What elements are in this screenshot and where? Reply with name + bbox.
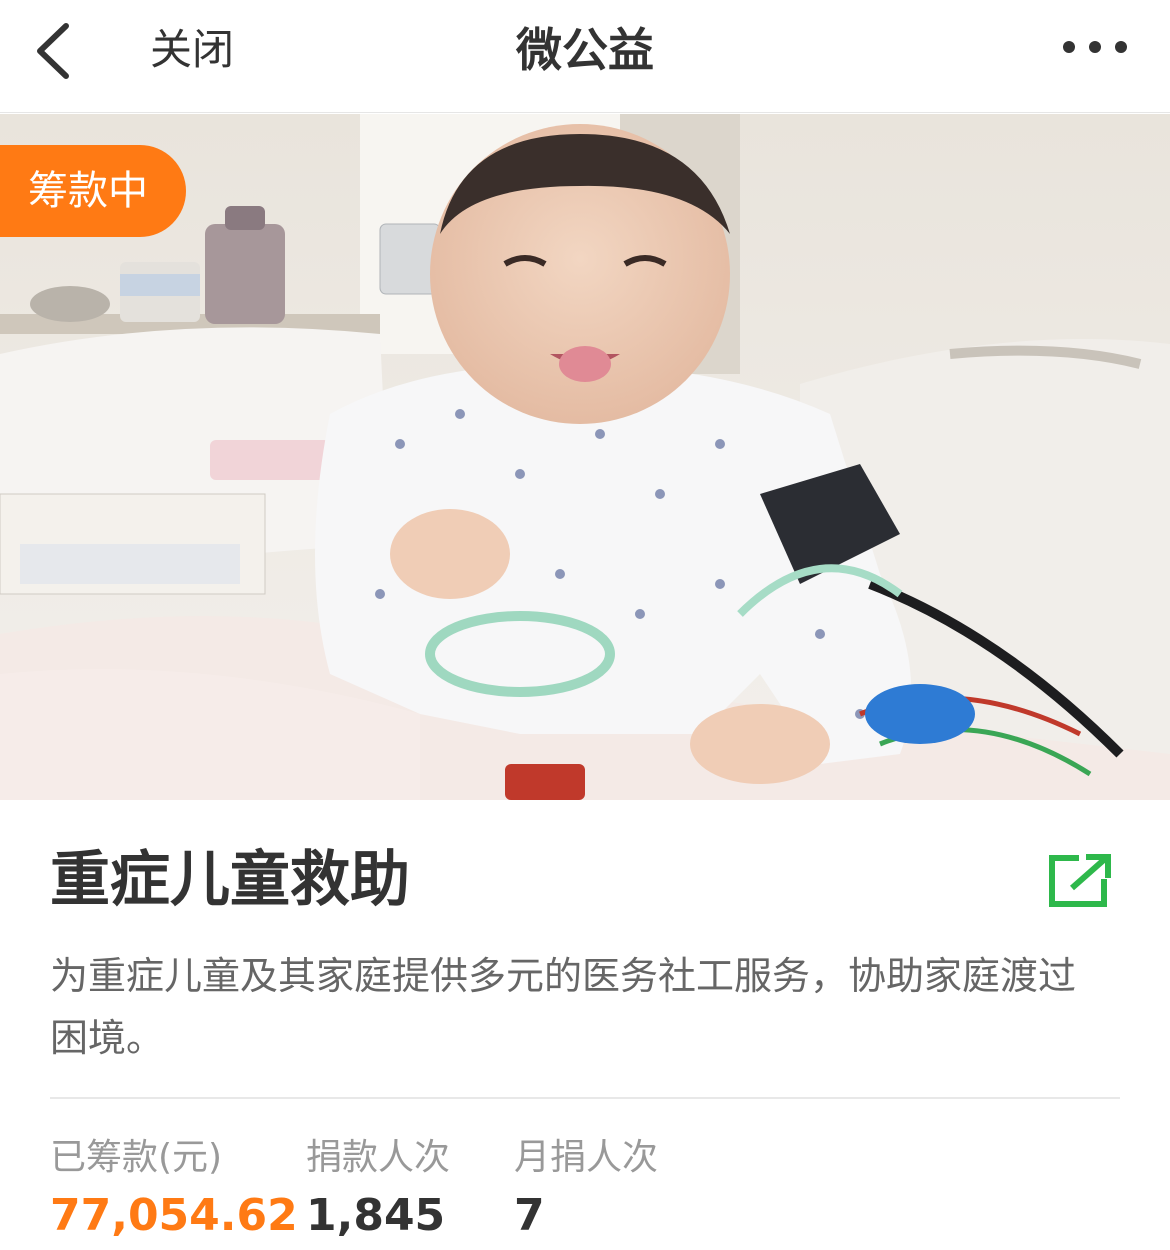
stat-donors-value: 1,845	[306, 1190, 446, 1241]
stat-monthly-label: 月捐人次	[514, 1137, 659, 1178]
top-nav-bar: 关闭 微公益	[0, 0, 1170, 113]
close-button[interactable]: 关闭	[150, 24, 234, 76]
chevron-left-icon[interactable]	[30, 22, 80, 80]
divider	[50, 1097, 1120, 1099]
stat-monthly: 月捐人次 7	[514, 1132, 658, 1244]
stat-donors: 捐款人次 1,845	[306, 1132, 450, 1244]
stat-raised-label: 已筹款(元)	[50, 1137, 223, 1178]
fundraising-status-badge: 筹款中	[0, 145, 186, 237]
stat-monthly-value: 7	[514, 1190, 545, 1241]
stat-raised-value: 77,054.62	[50, 1190, 298, 1241]
more-dots-icon[interactable]	[1055, 30, 1135, 64]
share-external-icon[interactable]	[1046, 852, 1114, 910]
project-title: 重症儿童救助	[50, 845, 410, 915]
stat-raised: 已筹款(元) 77,054.62	[50, 1132, 298, 1244]
project-description: 为重症儿童及其家庭提供多元的医务社工服务，协助家庭渡过困境。	[50, 954, 1077, 1060]
stat-donors-label: 捐款人次	[306, 1137, 451, 1178]
